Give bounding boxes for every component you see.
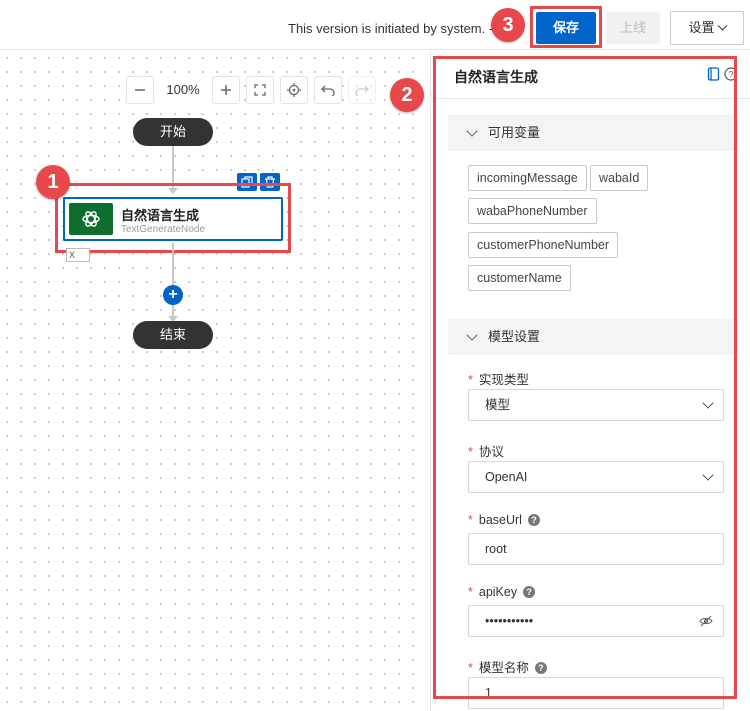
end-node[interactable]: 结束	[133, 321, 213, 349]
flow-canvas[interactable]	[0, 51, 420, 711]
locate-button[interactable]	[280, 76, 308, 104]
redo-icon	[355, 85, 369, 96]
highlight-panel	[433, 56, 737, 699]
add-node-button[interactable]: +	[163, 285, 183, 305]
locate-icon	[287, 83, 301, 97]
plus-icon	[221, 85, 231, 95]
annotation-badge-1: 1	[36, 165, 70, 199]
minus-icon	[135, 89, 145, 91]
highlight-save	[530, 6, 602, 48]
zoom-level: 100%	[160, 76, 206, 104]
fit-view-button[interactable]	[246, 76, 274, 104]
zoom-out-button[interactable]	[126, 76, 154, 104]
zoom-in-button[interactable]	[212, 76, 240, 104]
top-bar: This version is initiated by system. - 版…	[0, 0, 750, 50]
undo-button[interactable]	[314, 76, 342, 104]
annotation-badge-3: 3	[491, 8, 525, 42]
annotation-badge-2: 2	[390, 78, 424, 112]
settings-label: 设置	[688, 20, 715, 35]
node-handle[interactable]: X	[66, 248, 90, 262]
start-node[interactable]: 开始	[133, 118, 213, 146]
settings-dropdown[interactable]: 设置	[670, 11, 744, 45]
publish-button[interactable]: 上线	[606, 12, 660, 44]
redo-button[interactable]	[348, 76, 376, 104]
version-message: This version is initiated by system. - 版	[288, 21, 496, 36]
undo-icon	[321, 85, 335, 96]
fit-screen-icon	[254, 84, 266, 96]
connector-line	[172, 243, 174, 323]
chevron-down-icon	[717, 20, 727, 31]
zoom-toolbar: 100%	[126, 76, 376, 104]
